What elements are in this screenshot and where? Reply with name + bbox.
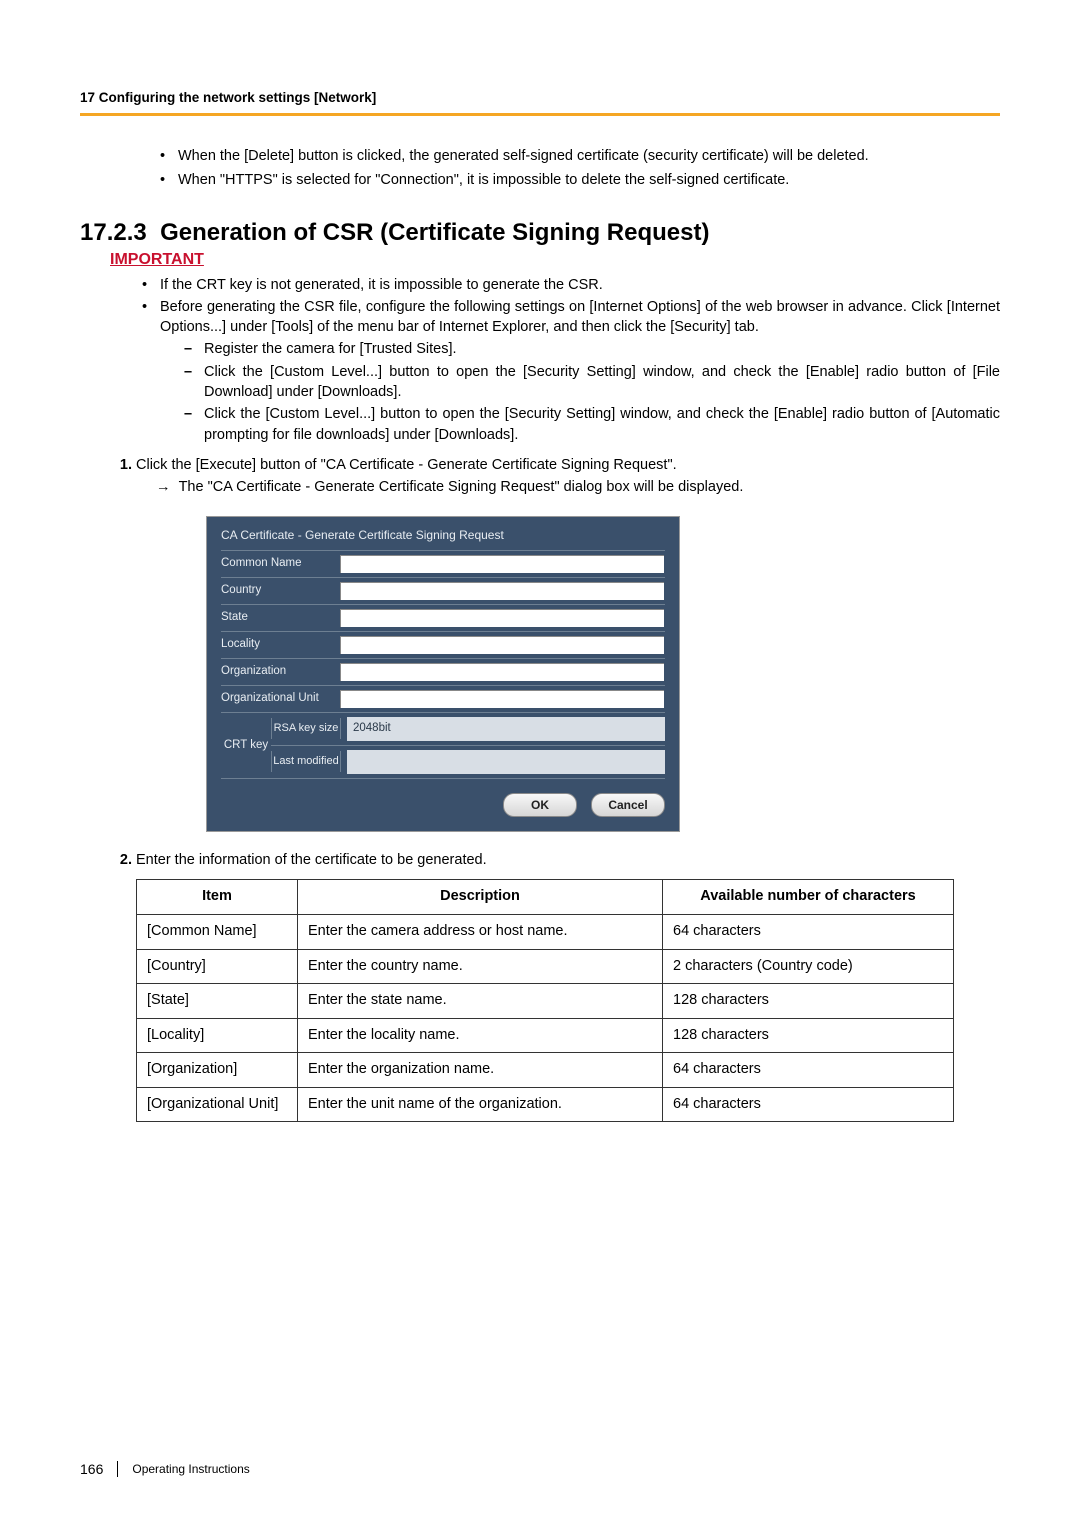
- label-common-name: Common Name: [221, 555, 339, 572]
- input-locality[interactable]: [339, 635, 665, 655]
- important-sublist: Register the camera for [Trusted Sites].…: [184, 339, 1000, 444]
- important-bullet: Before generating the CSR file, configur…: [140, 297, 1000, 445]
- step-1-result: The "CA Certificate - Generate Certifica…: [179, 479, 744, 495]
- label-last-modified: Last modified: [271, 751, 341, 772]
- section-heading: 17.2.3 Generation of CSR (Certificate Si…: [80, 219, 1000, 247]
- label-crt-key: CRT key: [221, 713, 271, 778]
- input-state[interactable]: [339, 608, 665, 628]
- important-dash: Register the camera for [Trusted Sites].: [184, 339, 1000, 359]
- label-org-unit: Organizational Unit: [221, 690, 339, 707]
- important-list: If the CRT key is not generated, it is i…: [140, 275, 1000, 445]
- table-row: [Locality]Enter the locality name.128 ch…: [137, 1018, 954, 1053]
- label-state: State: [221, 609, 339, 626]
- input-organization[interactable]: [339, 662, 665, 682]
- input-country[interactable]: [339, 581, 665, 601]
- intro-bullet-list: When the [Delete] button is clicked, the…: [158, 146, 1000, 191]
- table-row: [Organizational Unit]Enter the unit name…: [137, 1087, 954, 1122]
- important-label: IMPORTANT: [110, 251, 1000, 269]
- page-footer: 166 Operating Instructions: [80, 1461, 250, 1477]
- intro-bullet: When the [Delete] button is clicked, the…: [158, 146, 1000, 166]
- section-number: 17.2.3: [80, 219, 147, 246]
- label-organization: Organization: [221, 663, 339, 680]
- step-list: Click the [Execute] button of "CA Certif…: [110, 455, 1000, 1122]
- important-dash: Click the [Custom Level...] button to op…: [184, 362, 1000, 403]
- table-row: [State]Enter the state name.128 characte…: [137, 984, 954, 1019]
- th-available: Available number of characters: [663, 880, 954, 915]
- value-last-modified: [347, 750, 665, 774]
- input-org-unit[interactable]: [339, 689, 665, 709]
- step-1: Click the [Execute] button of "CA Certif…: [136, 455, 1000, 832]
- table-row: [Common Name]Enter the camera address or…: [137, 914, 954, 949]
- label-rsa-key-size: RSA key size: [271, 718, 341, 739]
- doc-title: Operating Instructions: [132, 1462, 249, 1476]
- chapter-header: 17 Configuring the network settings [Net…: [80, 90, 1000, 105]
- important-dash: Click the [Custom Level...] button to op…: [184, 404, 1000, 445]
- certificate-info-table: Item Description Available number of cha…: [136, 879, 954, 1122]
- table-row: [Organization]Enter the organization nam…: [137, 1053, 954, 1088]
- cancel-button[interactable]: Cancel: [591, 793, 665, 817]
- section-title: Generation of CSR (Certificate Signing R…: [160, 219, 709, 246]
- csr-dialog: CA Certificate - Generate Certificate Si…: [206, 516, 680, 831]
- input-common-name[interactable]: [339, 554, 665, 574]
- label-country: Country: [221, 582, 339, 599]
- ok-button[interactable]: OK: [503, 793, 577, 817]
- step-2: Enter the information of the certificate…: [136, 850, 1000, 1123]
- th-description: Description: [298, 880, 663, 915]
- label-locality: Locality: [221, 636, 339, 653]
- page-number: 166: [80, 1461, 118, 1477]
- value-rsa-key-size: 2048bit: [347, 717, 665, 741]
- intro-bullet: When "HTTPS" is selected for "Connection…: [158, 170, 1000, 190]
- header-rule: [80, 113, 1000, 116]
- table-row: [Country]Enter the country name.2 charac…: [137, 949, 954, 984]
- th-item: Item: [137, 880, 298, 915]
- important-bullet: If the CRT key is not generated, it is i…: [140, 275, 1000, 295]
- dialog-title: CA Certificate - Generate Certificate Si…: [221, 527, 665, 543]
